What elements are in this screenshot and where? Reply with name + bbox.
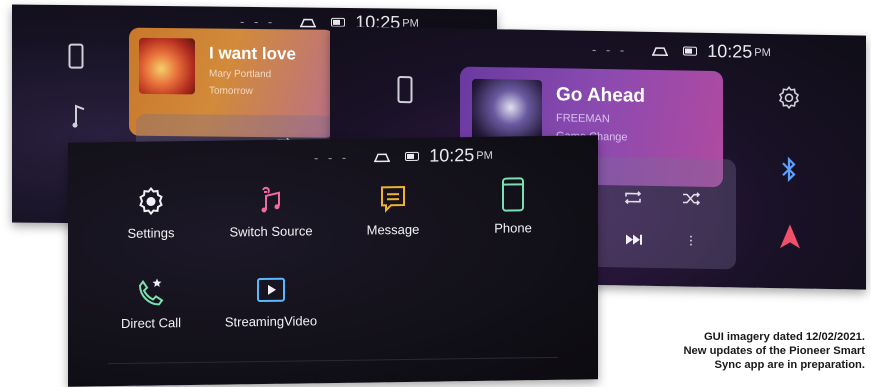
- music-note-icon[interactable]: [72, 103, 86, 129]
- shuffle-icon[interactable]: [678, 188, 704, 208]
- more-icon[interactable]: [678, 230, 704, 250]
- status-bar: - - - 10:25 PM: [592, 39, 771, 63]
- divider: [108, 356, 558, 365]
- caption-line: Sync app are in preparation.: [714, 359, 865, 371]
- app-label: Settings: [127, 225, 175, 241]
- screen-front: - - - 10:25 PM Settings Switch Source Me…: [68, 135, 598, 387]
- track-album: Tomorrow: [209, 85, 253, 97]
- app-label: Message: [366, 221, 420, 238]
- direct-call-icon: [138, 278, 164, 306]
- car-icon: [300, 18, 317, 27]
- message-icon: [381, 185, 405, 213]
- phone-icon[interactable]: [397, 75, 413, 104]
- battery-icon: [405, 151, 420, 161]
- app-label: Direct Call: [121, 315, 181, 331]
- app-phone[interactable]: Phone: [458, 176, 568, 237]
- app-streaming-video[interactable]: StreamingVideo: [216, 273, 326, 330]
- track-artist: FREEMAN: [556, 112, 610, 126]
- battery-icon: [683, 46, 698, 56]
- caption-line: New updates of the Pioneer Smart: [683, 345, 865, 357]
- playback-controls-panel: [590, 156, 736, 270]
- status-time: 10:25: [707, 40, 753, 62]
- app-switch-source[interactable]: Switch Source: [216, 183, 326, 240]
- app-label: Phone: [494, 220, 532, 236]
- status-ampm: PM: [754, 46, 771, 59]
- gear-icon[interactable]: [776, 84, 802, 110]
- caption-line: GUI imagery dated 12/02/2021.: [703, 331, 865, 343]
- album-art: [139, 37, 195, 95]
- music-note-icon: [261, 186, 280, 213]
- caption: GUI imagery dated 12/02/2021. New update…: [625, 330, 865, 372]
- app-label: StreamingVideo: [224, 313, 318, 330]
- next-track-icon[interactable]: [620, 229, 646, 249]
- status-dashes: - - -: [240, 13, 276, 30]
- track-artist: Mary Portland: [209, 68, 272, 81]
- phone-icon: [502, 177, 524, 212]
- status-bar: - - - 10:25 PM: [314, 145, 493, 168]
- status-ampm: PM: [476, 149, 493, 162]
- navigation-icon[interactable]: [778, 222, 802, 250]
- play-icon: [257, 277, 285, 303]
- phone-icon[interactable]: [68, 43, 84, 69]
- app-label: Switch Source: [229, 223, 313, 240]
- app-direct-call[interactable]: Direct Call: [96, 275, 206, 332]
- repeat-icon[interactable]: [620, 187, 646, 207]
- app-message[interactable]: Message: [338, 181, 448, 238]
- track-title: I want love: [209, 43, 296, 64]
- status-dashes: - - -: [314, 149, 350, 166]
- gear-icon: [139, 186, 163, 216]
- status-dashes: - - -: [592, 41, 628, 58]
- app-settings[interactable]: Settings: [96, 185, 206, 242]
- car-icon: [652, 46, 669, 56]
- car-icon: [374, 152, 391, 162]
- bluetooth-icon[interactable]: [779, 154, 799, 184]
- track-title: Go Ahead: [556, 84, 646, 107]
- status-time: 10:25: [429, 145, 475, 166]
